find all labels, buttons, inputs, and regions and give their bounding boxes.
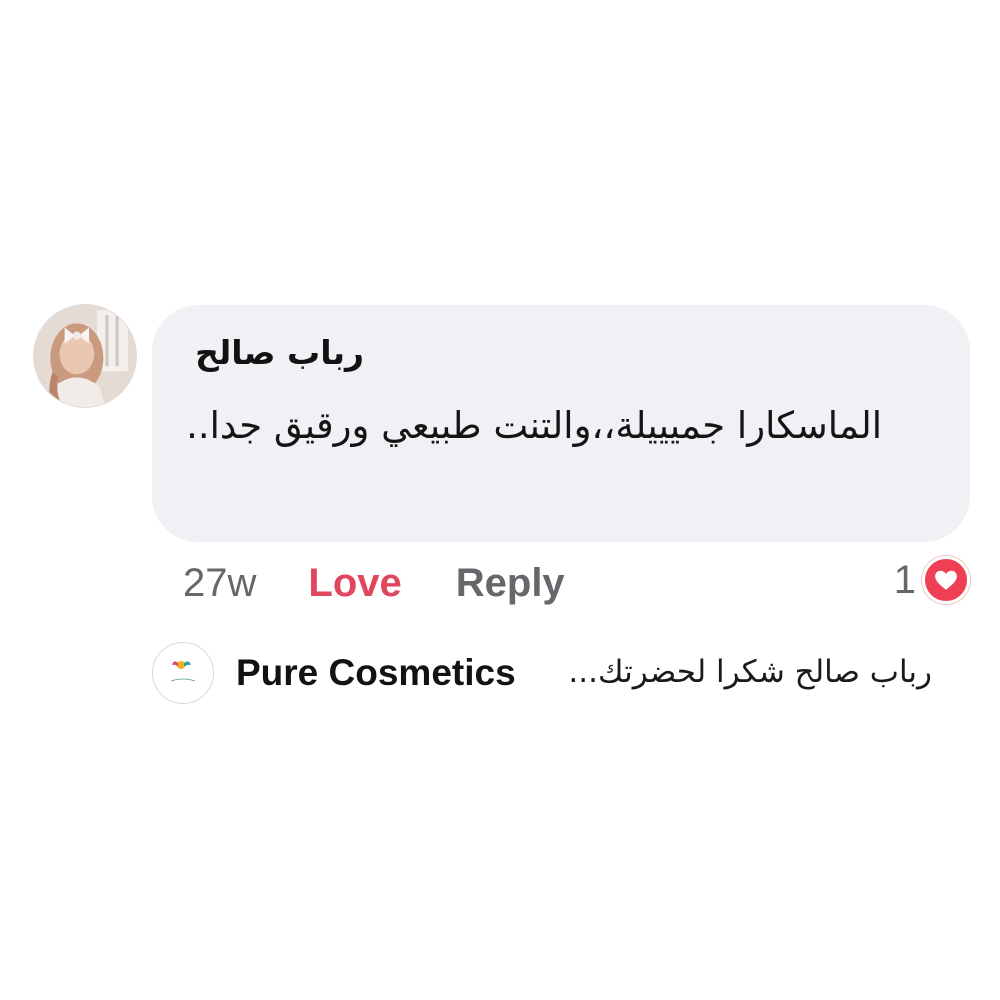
comment-timestamp[interactable]: 27w (183, 561, 256, 606)
comment-author-name[interactable]: رباب صالح (195, 333, 364, 372)
commenter-avatar[interactable] (34, 305, 136, 407)
comment-actions: 27w Love Reply (183, 555, 565, 611)
page-reply-author[interactable]: Pure Cosmetics (236, 652, 516, 694)
page-reply-preview[interactable]: رباب صالح شكرا لحضرتك... (552, 654, 932, 690)
reaction-count: 1 (893, 557, 916, 602)
love-reaction-button[interactable]: Love (308, 561, 401, 606)
comment-text: الماسكارا جميييلة،،والتنت طبيعي ورقيق جد… (186, 404, 882, 447)
comment-thread: رباب صالح الماسكارا جميييلة،،والتنت طبيع… (0, 0, 1000, 1000)
reaction-summary[interactable]: 1 (894, 555, 970, 605)
comment-bubble: رباب صالح الماسكارا جميييلة،،والتنت طبيع… (152, 305, 970, 542)
heart-icon (922, 556, 970, 604)
reply-button[interactable]: Reply (456, 561, 565, 606)
pure-cosmetics-logo[interactable] (152, 642, 214, 704)
avatar-photo (34, 305, 136, 407)
page-reply-row[interactable]: Pure Cosmetics رباب صالح شكرا لحضرتك... (152, 642, 942, 704)
